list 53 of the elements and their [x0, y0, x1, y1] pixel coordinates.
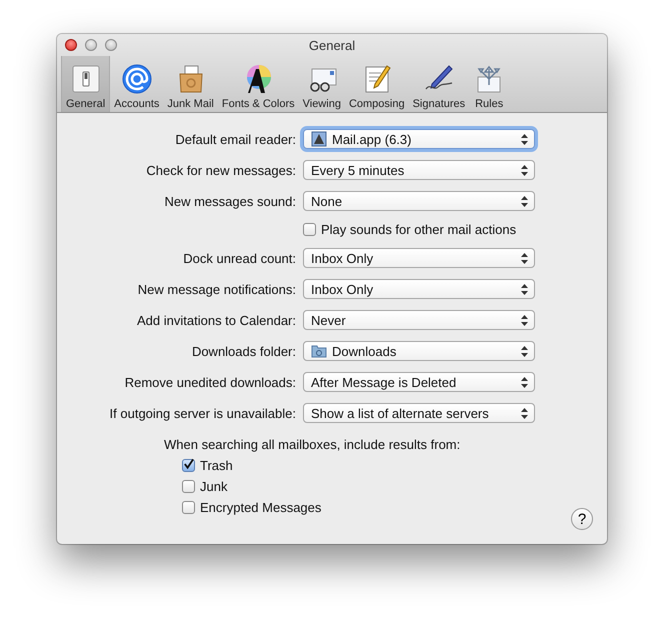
popup-button[interactable]: Downloads — [303, 341, 535, 361]
checkbox[interactable] — [182, 501, 195, 514]
zoom-icon[interactable] — [105, 39, 117, 51]
field-label: New message notifications: — [136, 282, 296, 296]
help-button[interactable]: ? — [571, 508, 593, 530]
field-label: Default email reader: — [174, 132, 296, 146]
field-label: Check for new messages: — [145, 162, 296, 178]
toolbar-tab[interactable]: Fonts & Colors — [218, 56, 299, 112]
stamp-icon — [311, 131, 327, 147]
field-label: Remove unedited downloads: — [124, 374, 296, 390]
switch-icon — [70, 63, 102, 95]
field-label: Dock unread count: — [182, 250, 296, 266]
toolbar-tab[interactable]: Rules — [469, 56, 510, 112]
stepper-arrows-icon — [521, 284, 528, 294]
window-title: General — [308, 38, 356, 52]
stepper-arrows-icon — [521, 164, 528, 176]
search-scope-label: When searching all mailboxes, include results from: — [164, 437, 462, 452]
toolbar-tab[interactable]: Accounts — [110, 56, 164, 112]
checkbox[interactable] — [182, 459, 195, 472]
toolbar-tab[interactable]: Viewing — [298, 56, 345, 112]
stepper-arrows-icon — [521, 408, 528, 418]
field-label: Downloads folder: — [190, 344, 296, 358]
stepper-arrows-icon — [521, 134, 528, 144]
stepper-arrows-icon — [521, 314, 528, 326]
popup-button[interactable]: After Message is Deleted — [303, 372, 535, 392]
popup-button[interactable]: Every 5 minutes — [303, 160, 535, 180]
close-icon[interactable] — [65, 39, 77, 51]
field-label: If outgoing server is unavailable: — [108, 406, 296, 420]
checkbox-option[interactable]: Play sounds for other mail actions — [303, 222, 516, 237]
popup-button[interactable]: Mail.app (6.3) — [303, 129, 535, 149]
popup-button[interactable]: None — [303, 191, 535, 211]
checkbox[interactable] — [182, 480, 195, 493]
popup-button[interactable]: Inbox Only — [303, 279, 535, 299]
stepper-arrows-icon — [521, 376, 528, 388]
checkbox-option[interactable]: Junk — [182, 479, 228, 494]
checkbox-option[interactable]: Encrypted Messages — [182, 500, 322, 515]
minimize-icon[interactable] — [85, 39, 97, 51]
stepper-arrows-icon — [521, 196, 528, 206]
toolbar-tab[interactable]: Signatures — [408, 56, 470, 112]
popup-button[interactable]: Show a list of alternate servers — [303, 403, 535, 423]
at-sign-icon — [120, 63, 153, 95]
popup-button[interactable]: Inbox Only — [303, 248, 535, 268]
toolbar-tab[interactable]: Composing — [344, 56, 409, 112]
checkbox[interactable] — [303, 223, 316, 236]
popup-button[interactable]: Never — [303, 310, 535, 330]
stepper-arrows-icon — [521, 346, 528, 356]
toolbar-tab[interactable]: General — [61, 56, 110, 112]
toolbar-tab[interactable]: Junk Mail — [163, 56, 218, 112]
folder-icon — [311, 343, 327, 359]
field-label: New messages sound: — [163, 194, 296, 208]
stepper-arrows-icon — [521, 252, 528, 264]
checkbox-option[interactable]: Trash — [182, 458, 233, 473]
field-label: Add invitations to Calendar: — [136, 312, 296, 328]
